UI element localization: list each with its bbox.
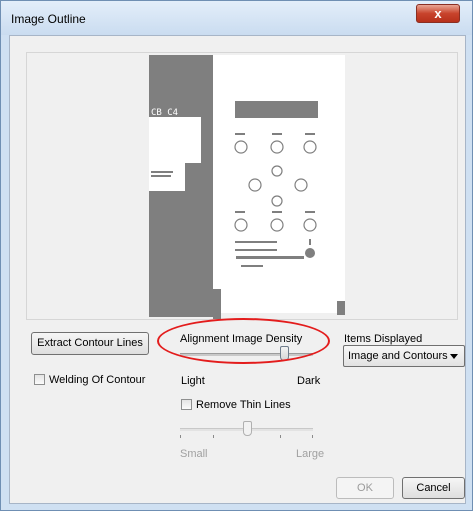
density-max-label: Dark bbox=[297, 375, 321, 387]
items-displayed-label: Items Displayed bbox=[344, 333, 423, 345]
chevron-down-icon bbox=[450, 354, 458, 359]
ok-label: OK bbox=[357, 482, 373, 494]
close-button[interactable]: x bbox=[416, 4, 460, 23]
extract-contour-lines-button[interactable]: Extract Contour Lines bbox=[31, 332, 149, 355]
welding-of-contour-label: Welding Of Contour bbox=[49, 374, 146, 386]
welding-of-contour-checkbox[interactable] bbox=[34, 374, 45, 385]
cancel-label: Cancel bbox=[416, 482, 451, 494]
thin-lines-tick bbox=[213, 435, 214, 438]
items-displayed-value: Image and Contours bbox=[348, 350, 448, 362]
remove-thin-lines-label: Remove Thin Lines bbox=[196, 399, 291, 411]
highlight-annotation-ellipse bbox=[157, 318, 330, 364]
title-bar[interactable]: Image Outline x bbox=[1, 1, 472, 35]
close-icon: x bbox=[434, 6, 442, 21]
ok-button[interactable]: OK bbox=[336, 477, 394, 499]
window-title: Image Outline bbox=[11, 12, 86, 26]
outline-image: CB C4 bbox=[149, 55, 345, 319]
density-min-label: Light bbox=[181, 375, 205, 387]
extract-contour-lines-label: Extract Contour Lines bbox=[37, 337, 143, 349]
remove-thin-lines-checkbox[interactable] bbox=[181, 399, 192, 410]
preview-label: CB C4 bbox=[151, 108, 178, 118]
thin-lines-max-label: Large bbox=[296, 448, 325, 460]
cancel-button[interactable]: Cancel bbox=[402, 477, 465, 499]
image-preview: CB C4 bbox=[26, 52, 458, 320]
thin-lines-tick bbox=[312, 435, 313, 438]
thin-lines-tick bbox=[280, 435, 281, 438]
thin-lines-slider-thumb bbox=[242, 421, 252, 436]
items-displayed-dropdown[interactable]: Image and Contours bbox=[343, 345, 465, 367]
thin-lines-min-label: Small bbox=[180, 448, 208, 460]
thin-lines-tick bbox=[180, 435, 181, 438]
